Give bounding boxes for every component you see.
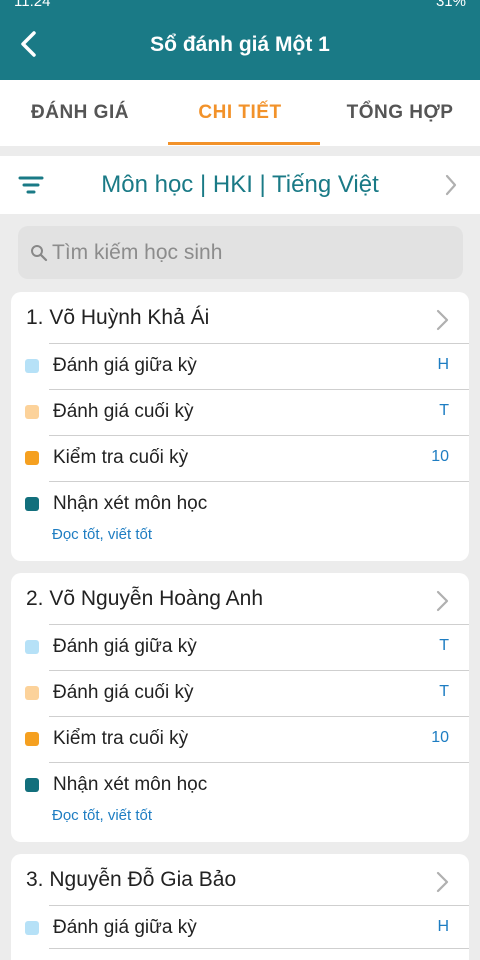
grade-row-final-test: Kiểm tra cuối kỳ 10: [25, 716, 469, 762]
student-name: 1. Võ Huỳnh Khả Ái: [26, 306, 210, 329]
grade-row-final-test: Kiểm tra cuối kỳ 10: [25, 435, 469, 481]
divider: [49, 716, 469, 717]
student-name: 3. Nguyễn Đỗ Gia Bảo: [26, 868, 237, 891]
filter-text: Môn học | HKI | Tiếng Việt: [101, 171, 379, 198]
divider: [49, 481, 469, 482]
divider: [49, 435, 469, 436]
divider: [49, 948, 469, 949]
grade-row-comment: Nhận xét môn học: [25, 481, 469, 527]
search-input[interactable]: [52, 240, 432, 265]
grade-row-comment: Nhận xét môn học: [25, 762, 469, 808]
midterm-color-dot: [25, 359, 39, 373]
status-bar: 11:24 31%: [0, 0, 480, 10]
app-bar: Sổ đánh giá Một 1: [0, 10, 480, 80]
comment-color-dot: [25, 497, 39, 511]
filter-bar[interactable]: Môn học | HKI | Tiếng Việt: [0, 156, 480, 214]
row-value: T: [439, 683, 449, 700]
tab-tong-hop[interactable]: TỔNG HỢP: [320, 80, 480, 146]
comment-text: Đọc tốt, viết tốt: [52, 807, 153, 824]
grade-row-final-eval: Đánh giá cuối kỳ T: [25, 670, 469, 716]
grade-row-midterm: Đánh giá giữa kỳ H: [25, 905, 469, 951]
grade-row-final-eval: Đánh giá cuối kỳ T: [25, 389, 469, 435]
row-value: T: [439, 402, 449, 419]
page-title: Sổ đánh giá Một 1: [150, 33, 330, 56]
midterm-color-dot: [25, 640, 39, 654]
chevron-right-icon: [445, 174, 457, 196]
student-card[interactable]: 3. Nguyễn Đỗ Gia Bảo Đánh giá giữa kỳ H: [11, 854, 469, 960]
active-tab-indicator: [168, 142, 320, 145]
midterm-color-dot: [25, 921, 39, 935]
comment-text: Đọc tốt, viết tốt: [52, 526, 153, 543]
row-label: Đánh giá cuối kỳ: [53, 401, 194, 422]
row-value: H: [437, 918, 449, 935]
filter-icon[interactable]: [18, 174, 44, 196]
chevron-right-icon[interactable]: [436, 871, 449, 893]
row-label: Kiểm tra cuối kỳ: [53, 447, 189, 468]
row-label: Đánh giá giữa kỳ: [53, 636, 197, 657]
row-label: Kiểm tra cuối kỳ: [53, 728, 189, 749]
search-icon: [31, 244, 48, 261]
row-value: 10: [431, 729, 449, 746]
grade-row-midterm: Đánh giá giữa kỳ H: [25, 343, 469, 389]
row-label: Đánh giá giữa kỳ: [53, 917, 197, 938]
divider: [49, 670, 469, 671]
chevron-right-icon[interactable]: [436, 309, 449, 331]
row-label: Đánh giá giữa kỳ: [53, 355, 197, 376]
divider: [49, 343, 469, 344]
divider: [49, 762, 469, 763]
final-test-color-dot: [25, 732, 39, 746]
status-battery: 31%: [435, 0, 466, 10]
final-eval-color-dot: [25, 686, 39, 700]
final-eval-color-dot: [25, 405, 39, 419]
search-box[interactable]: [18, 226, 463, 279]
comment-color-dot: [25, 778, 39, 792]
grade-row-midterm: Đánh giá giữa kỳ T: [25, 624, 469, 670]
row-value: H: [437, 356, 449, 373]
back-arrow-icon: [21, 31, 36, 57]
student-card[interactable]: 2. Võ Nguyễn Hoàng Anh Đánh giá giữa kỳ …: [11, 573, 469, 842]
row-label: Nhận xét môn học: [53, 493, 208, 514]
tab-bar: ĐÁNH GIÁ CHI TIẾT TỔNG HỢP: [0, 80, 480, 146]
row-value: T: [439, 637, 449, 654]
tab-chi-tiet[interactable]: CHI TIẾT: [160, 80, 320, 146]
final-test-color-dot: [25, 451, 39, 465]
divider: [49, 905, 469, 906]
divider: [49, 389, 469, 390]
back-button[interactable]: [8, 24, 48, 64]
row-label: Đánh giá cuối kỳ: [53, 682, 194, 703]
student-card[interactable]: 1. Võ Huỳnh Khả Ái Đánh giá giữa kỳ H Đá…: [11, 292, 469, 561]
row-label: Nhận xét môn học: [53, 774, 208, 795]
divider: [49, 624, 469, 625]
status-time: 11:24: [14, 0, 51, 10]
student-name: 2. Võ Nguyễn Hoàng Anh: [26, 587, 264, 610]
tab-danh-gia[interactable]: ĐÁNH GIÁ: [0, 80, 160, 146]
row-value: 10: [431, 448, 449, 465]
chevron-right-icon[interactable]: [436, 590, 449, 612]
